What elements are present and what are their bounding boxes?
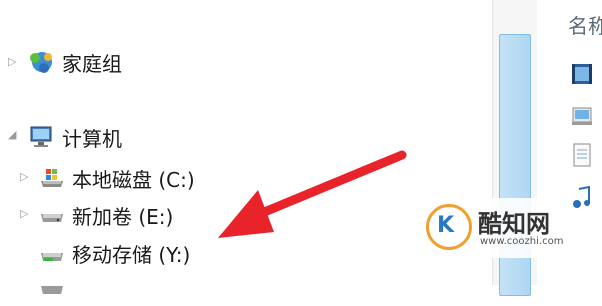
nav-item-drive-y[interactable]: 移动存储 (Y:) (38, 236, 190, 270)
computer-icon (28, 124, 56, 150)
nav-item-label: 家庭组 (62, 51, 122, 76)
homegroup-icon (28, 49, 56, 75)
navigation-pane: ▷ 家庭组 ◢ 计算机 ▷ 本地磁盘 (C:) ▷ 新加卷 (E:) 移动存储 … (0, 0, 490, 294)
expand-chevron-icon[interactable]: ▷ (8, 56, 18, 67)
windows-drive-icon (38, 165, 66, 191)
video-file-icon[interactable] (571, 62, 593, 86)
nav-item-partial[interactable] (38, 272, 72, 306)
nav-item-homegroup[interactable]: 家庭组 (28, 45, 122, 79)
drive-icon (38, 202, 66, 228)
expand-chevron-icon[interactable]: ▷ (20, 208, 30, 219)
document-file-icon[interactable] (571, 143, 593, 167)
nav-item-label: 本地磁盘 (C:) (72, 167, 195, 192)
image-file-icon[interactable] (571, 104, 593, 128)
nav-item-label: 计算机 (62, 126, 122, 151)
watermark-logo-icon: K (426, 204, 472, 250)
drive-icon (38, 276, 66, 302)
collapse-chevron-icon[interactable]: ◢ (8, 129, 18, 140)
watermark: K 酷知网 www.coozhi.com (422, 198, 564, 258)
removable-drive-icon (38, 240, 66, 266)
watermark-url: www.coozhi.com (480, 236, 564, 247)
watermark-name: 酷知网 (478, 210, 550, 238)
nav-item-label: 新加卷 (E:) (72, 204, 174, 229)
nav-item-label: 移动存储 (Y:) (72, 242, 191, 267)
column-header-name[interactable]: 名称 (568, 10, 602, 39)
nav-item-drive-e[interactable]: 新加卷 (E:) (38, 198, 173, 232)
nav-item-computer[interactable]: 计算机 (28, 120, 122, 154)
music-file-icon[interactable] (571, 185, 593, 210)
nav-item-drive-c[interactable]: 本地磁盘 (C:) (38, 161, 195, 195)
expand-chevron-icon[interactable]: ▷ (20, 171, 30, 182)
